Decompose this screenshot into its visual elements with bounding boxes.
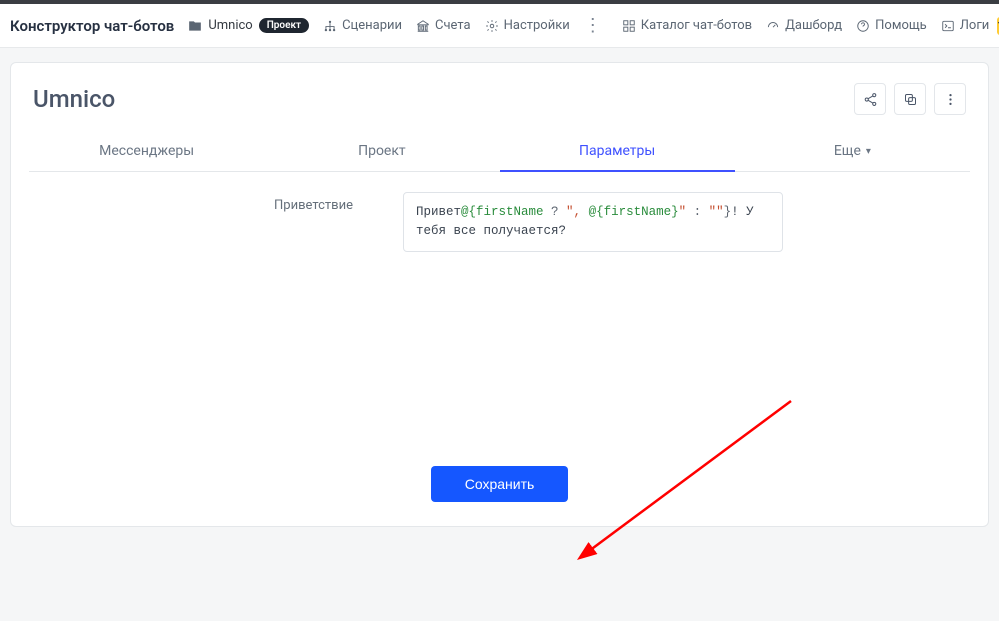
code-var: @{firstName}: [589, 205, 679, 219]
top-navbar: Конструктор чат-ботов Umnico Проект Сцен…: [0, 4, 999, 48]
sitemap-icon: [323, 19, 337, 33]
code-op: :: [694, 205, 709, 219]
tab-params[interactable]: Параметры: [500, 133, 735, 171]
page-title: Umnico: [33, 85, 115, 113]
nav-logs-label: Логи: [960, 18, 990, 33]
nav-accounts[interactable]: Счета: [416, 18, 471, 33]
greeting-input[interactable]: Привет@{firstName ? ", @{firstName}" : "…: [403, 192, 783, 252]
main-card: Umnico Мессенджеры Проект Параметры Еще …: [10, 62, 989, 527]
tab-project[interactable]: Проект: [264, 133, 499, 171]
breadcrumb[interactable]: Umnico Проект: [188, 18, 309, 33]
greeting-label: Приветствие: [43, 192, 363, 252]
share-icon: [863, 92, 878, 107]
nav-help[interactable]: Помощь: [856, 18, 927, 33]
nav-catalog-label: Каталог чат-ботов: [641, 18, 752, 33]
nav-logs[interactable]: Логи: [941, 18, 990, 33]
code-str: "": [709, 205, 724, 219]
gear-icon: [485, 19, 499, 33]
nav-settings[interactable]: Настройки: [485, 18, 570, 33]
tab-more-label: Еще: [834, 143, 861, 159]
code-var: @{firstName: [461, 205, 544, 219]
topbar-more-menu[interactable]: ⋮: [584, 19, 602, 33]
tabs: Мессенджеры Проект Параметры Еще ▾: [29, 133, 970, 172]
app-brand: Конструктор чат-ботов: [10, 17, 174, 35]
nav-help-label: Помощь: [875, 18, 927, 33]
nav-dashboard[interactable]: Дашборд: [766, 18, 842, 33]
code-text: Привет: [416, 205, 461, 219]
terminal-icon: [941, 19, 955, 33]
params-form: Приветствие Привет@{firstName ? ", @{fir…: [15, 172, 984, 252]
code-op: }: [724, 205, 732, 219]
code-str: ",: [566, 205, 589, 219]
folder-icon: [188, 19, 202, 33]
nav-settings-label: Настройки: [504, 18, 570, 33]
save-button[interactable]: Сохранить: [431, 466, 569, 502]
vertical-dots-icon: [943, 92, 958, 107]
project-badge: Проект: [259, 18, 309, 33]
nav-dashboard-label: Дашборд: [785, 18, 842, 33]
copy-icon: [903, 92, 918, 107]
nav-catalog[interactable]: Каталог чат-ботов: [622, 18, 752, 33]
nav-scenarios[interactable]: Сценарии: [323, 18, 402, 33]
help-icon: [856, 19, 870, 33]
nav-accounts-label: Счета: [435, 18, 471, 33]
share-button[interactable]: [854, 83, 886, 115]
nav-scenarios-label: Сценарии: [342, 18, 402, 33]
code-op: ?: [544, 205, 567, 219]
card-more-button[interactable]: [934, 83, 966, 115]
project-name-crumb: Umnico: [208, 18, 252, 33]
gauge-icon: [766, 19, 780, 33]
tab-messengers[interactable]: Мессенджеры: [29, 133, 264, 171]
copy-button[interactable]: [894, 83, 926, 115]
code-str: ": [679, 205, 694, 219]
catalog-icon: [622, 19, 636, 33]
chevron-down-icon: ▾: [866, 146, 871, 157]
tab-more[interactable]: Еще ▾: [735, 133, 970, 171]
bank-icon: [416, 19, 430, 33]
